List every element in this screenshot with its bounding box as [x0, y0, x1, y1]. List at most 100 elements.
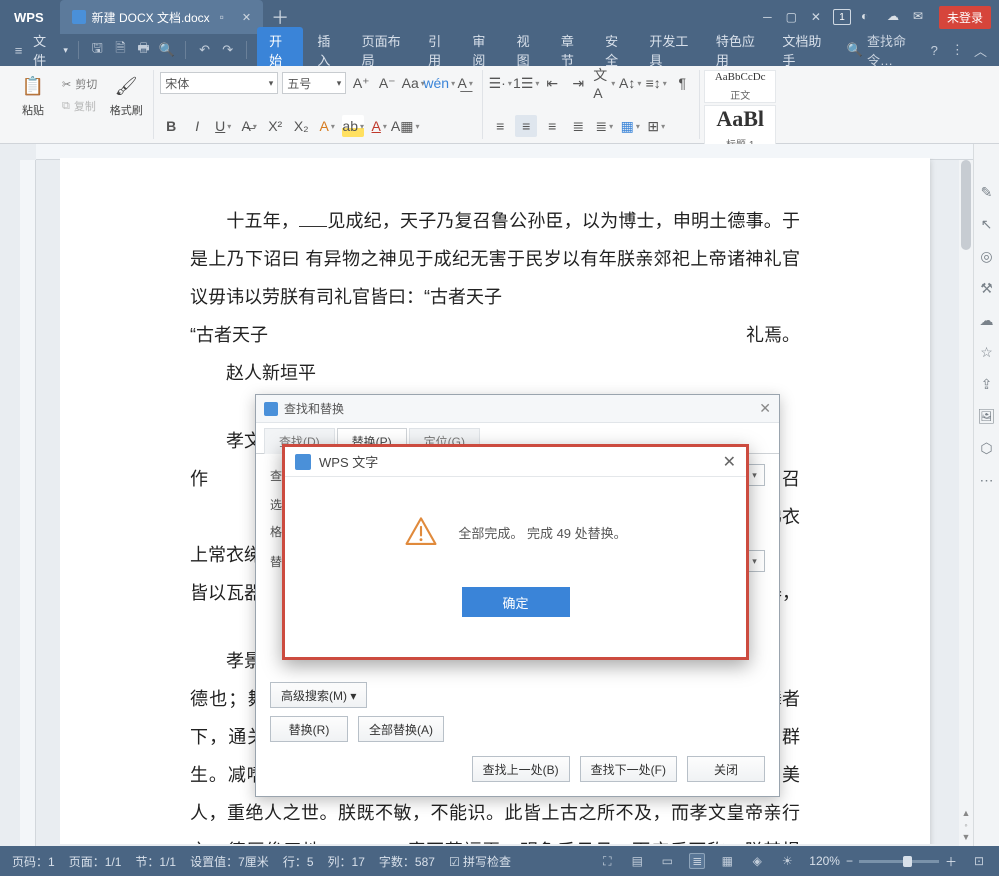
help-icon[interactable]: ? — [926, 40, 943, 60]
font-name-select[interactable]: 宋体▾ — [160, 72, 278, 94]
distribute-icon[interactable]: ≣ — [593, 115, 615, 137]
save-icon[interactable]: 🖫 — [89, 40, 106, 60]
redo-icon[interactable]: ↷ — [219, 40, 236, 60]
change-case-icon[interactable]: Aa — [402, 72, 424, 94]
find-prev-button[interactable]: 查找上一处(B) — [472, 756, 570, 782]
bold-icon[interactable]: B — [160, 115, 182, 137]
align-left-icon[interactable]: ≡ — [489, 115, 511, 137]
alert-ok-button[interactable]: 确定 — [462, 587, 570, 617]
font-size-select[interactable]: 五号▾ — [282, 72, 346, 94]
status-spell[interactable]: ☑ 拼写检查 — [449, 853, 511, 870]
command-search[interactable]: 🔍 查找命令… — [847, 31, 920, 69]
bullets-icon[interactable]: ☰· — [489, 72, 511, 94]
replace-button[interactable]: 替换(R) — [270, 716, 348, 742]
shading-icon[interactable]: A▦ — [394, 115, 416, 137]
superscript-icon[interactable]: X² — [264, 115, 286, 137]
notification-badge[interactable]: 1 — [833, 9, 851, 25]
file-menu[interactable]: 文件 — [33, 31, 55, 69]
message-icon[interactable]: ✉ — [913, 9, 929, 25]
text-effect-icon[interactable]: A — [316, 115, 338, 137]
view-outline-icon[interactable]: ▤ — [629, 853, 645, 869]
font-color-icon[interactable]: A — [368, 115, 390, 137]
view-web-icon[interactable]: ▦ — [719, 853, 735, 869]
highlight-icon[interactable]: ab — [342, 115, 364, 137]
align-center-icon[interactable]: ≡ — [515, 115, 537, 137]
align-justify-icon[interactable]: ≣ — [567, 115, 589, 137]
tab-monitor-icon[interactable]: ▫ — [220, 10, 224, 24]
side-star-icon[interactable]: ☆ — [979, 344, 995, 360]
text-direction-icon[interactable]: 文A — [593, 72, 615, 94]
vertical-scrollbar[interactable]: ▲◦▼ — [959, 160, 973, 846]
zoom-out-icon[interactable]: − — [846, 854, 853, 868]
minimize-icon[interactable]: ─ — [763, 10, 772, 24]
indent-icon[interactable]: ⇥ — [567, 72, 589, 94]
para-shading-icon[interactable]: ▦ — [619, 115, 641, 137]
view-read-icon[interactable]: ▭ — [659, 853, 675, 869]
status-page-no[interactable]: 页码：1 — [12, 853, 55, 870]
login-button[interactable]: 未登录 — [939, 6, 991, 29]
menu-icon[interactable]: ≡ — [10, 40, 27, 60]
subscript-icon[interactable]: X₂ — [290, 115, 312, 137]
borders-icon[interactable]: ⊞ — [645, 115, 667, 137]
skin-icon[interactable]: ◐ — [861, 9, 877, 25]
sort-icon[interactable]: A↕ — [619, 72, 641, 94]
style-gallery[interactable]: AaBbCcDc正文 AaBl标题 1 AaBbC标题 2 AaBl标题 — [700, 70, 780, 139]
status-pages[interactable]: 页面：1/1 — [69, 853, 122, 870]
more-icon[interactable]: ⋮ — [949, 40, 966, 60]
line-spacing-icon[interactable]: ≡↕ — [645, 72, 667, 94]
scroll-page-up-icon[interactable]: ▲ — [962, 808, 971, 818]
shrink-font-icon[interactable]: A⁻ — [376, 72, 398, 94]
style-normal[interactable]: AaBbCcDc正文 — [704, 70, 776, 103]
scroll-select-icon[interactable]: ◦ — [964, 820, 967, 830]
phonetic-icon[interactable]: wén — [428, 72, 450, 94]
fit-width-icon[interactable]: ⊡ — [971, 853, 987, 869]
side-pencil-icon[interactable]: ✎ — [979, 184, 995, 200]
view-eyecare-icon[interactable]: ☀ — [779, 853, 795, 869]
side-target-icon[interactable]: ◎ — [979, 248, 995, 264]
numbering-icon[interactable]: 1☰ — [515, 72, 537, 94]
cloud-icon[interactable]: ☁ — [887, 9, 903, 25]
side-image-icon[interactable]: 🖼 — [979, 408, 995, 424]
close-icon[interactable]: ✕ — [811, 10, 821, 24]
zoom-slider[interactable] — [859, 860, 939, 863]
cut-button[interactable]: ✂剪切 — [58, 74, 101, 94]
align-right-icon[interactable]: ≡ — [541, 115, 563, 137]
side-cursor-icon[interactable]: ↖ — [979, 216, 995, 232]
side-more-icon[interactable]: ⋯ — [979, 472, 995, 488]
find-close-button[interactable]: 关闭 — [687, 756, 765, 782]
grow-font-icon[interactable]: A⁺ — [350, 72, 372, 94]
advanced-search-button[interactable]: 高级搜索(M) ▾ — [270, 682, 367, 708]
zoom-control[interactable]: 120% − ＋ — [809, 853, 957, 870]
status-offset[interactable]: 设置值：7厘米 — [190, 853, 269, 870]
outdent-icon[interactable]: ⇤ — [541, 72, 563, 94]
side-share-icon[interactable]: ⇪ — [979, 376, 995, 392]
alert-close-icon[interactable]: ✕ — [723, 452, 736, 472]
clear-format-icon[interactable]: A͟ — [454, 72, 476, 94]
undo-icon[interactable]: ↶ — [196, 40, 213, 60]
replace-all-button[interactable]: 全部替换(A) — [358, 716, 444, 742]
scrollbar-thumb[interactable] — [961, 160, 971, 250]
strike-icon[interactable]: A̶ — [238, 115, 260, 137]
document-tab[interactable]: 新建 DOCX 文档.docx ▫ ✕ — [60, 0, 264, 34]
side-settings-icon[interactable]: ⚒ — [979, 280, 995, 296]
side-cube-icon[interactable]: ⬡ — [979, 440, 995, 456]
status-col[interactable]: 列：17 — [328, 853, 365, 870]
view-fullscreen-icon[interactable]: ⛶ — [599, 853, 615, 869]
print-icon[interactable]: 🖶 — [135, 40, 152, 60]
underline-icon[interactable]: U — [212, 115, 234, 137]
zoom-slider-handle[interactable] — [903, 856, 912, 867]
print-preview-icon[interactable]: 🔍 — [158, 40, 175, 60]
saveas-icon[interactable]: 🗎 — [112, 40, 129, 60]
vertical-ruler[interactable] — [20, 160, 36, 846]
italic-icon[interactable]: I — [186, 115, 208, 137]
copy-button[interactable]: ⧉复制 — [58, 96, 101, 116]
status-section[interactable]: 节：1/1 — [135, 853, 176, 870]
find-next-button[interactable]: 查找下一处(F) — [580, 756, 677, 782]
status-words[interactable]: 字数：587 — [379, 853, 435, 870]
format-painter-button[interactable]: 🖌 格式刷 — [105, 72, 147, 118]
zoom-in-icon[interactable]: ＋ — [945, 853, 957, 870]
collapse-ribbon-icon[interactable]: ︿ — [972, 40, 989, 60]
paste-button[interactable]: 📋 粘贴 — [12, 72, 54, 118]
tab-close-icon[interactable]: ✕ — [242, 11, 251, 24]
view-page-icon[interactable]: ≣ — [689, 853, 705, 869]
